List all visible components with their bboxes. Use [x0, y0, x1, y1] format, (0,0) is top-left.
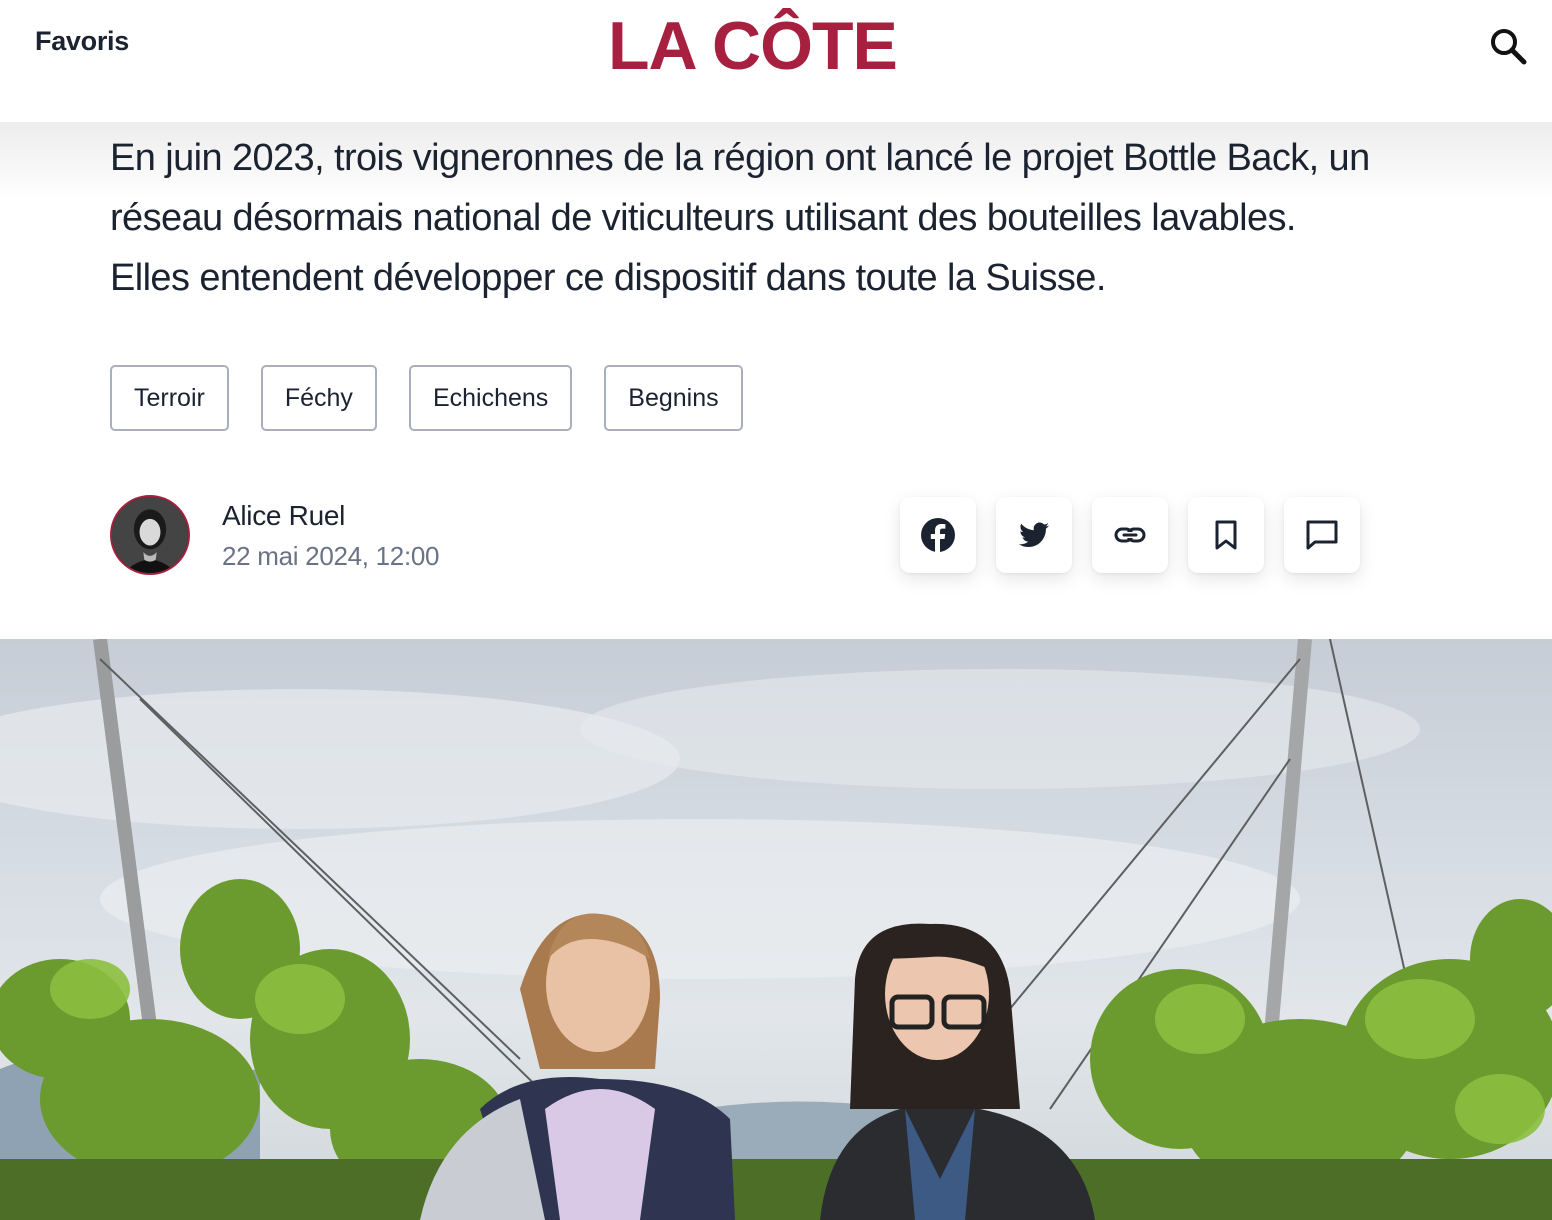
share-twitter-button[interactable]	[996, 497, 1072, 573]
twitter-icon	[1019, 522, 1049, 547]
favoris-link[interactable]: Favoris	[35, 26, 129, 57]
article-lead: En juin 2023, trois vigneronnes de la ré…	[110, 137, 1370, 299]
share-facebook-button[interactable]	[900, 497, 976, 573]
comment-button[interactable]	[1284, 497, 1360, 573]
author-avatar[interactable]	[110, 495, 190, 575]
bookmark-icon	[1215, 520, 1237, 550]
facebook-icon	[921, 518, 955, 553]
tag-terroir[interactable]: Terroir	[110, 365, 229, 431]
vineyard-photo-illustration	[0, 639, 1552, 1220]
copy-link-button[interactable]	[1092, 497, 1168, 573]
site-logo[interactable]: LA CÔTE	[608, 8, 898, 84]
bookmark-button[interactable]	[1188, 497, 1264, 573]
link-icon	[1114, 527, 1146, 543]
share-toolbar	[900, 497, 1360, 573]
hero-photo	[0, 639, 1552, 1220]
tag-list: Terroir Féchy Echichens Begnins	[110, 365, 743, 431]
comment-icon	[1306, 520, 1338, 550]
logo-text: LA CÔTE	[608, 8, 898, 84]
tag-echichens[interactable]: Echichens	[408, 365, 573, 431]
search-button[interactable]	[1488, 26, 1528, 66]
author-name[interactable]: Alice Ruel	[222, 500, 345, 532]
tag-begnins[interactable]: Begnins	[604, 365, 743, 431]
search-icon	[1491, 29, 1527, 65]
publish-date: 22 mai 2024, 12:00	[222, 541, 440, 571]
site-header: Favoris LA CÔTE	[0, 0, 1552, 122]
tag-fechy[interactable]: Féchy	[260, 365, 377, 431]
